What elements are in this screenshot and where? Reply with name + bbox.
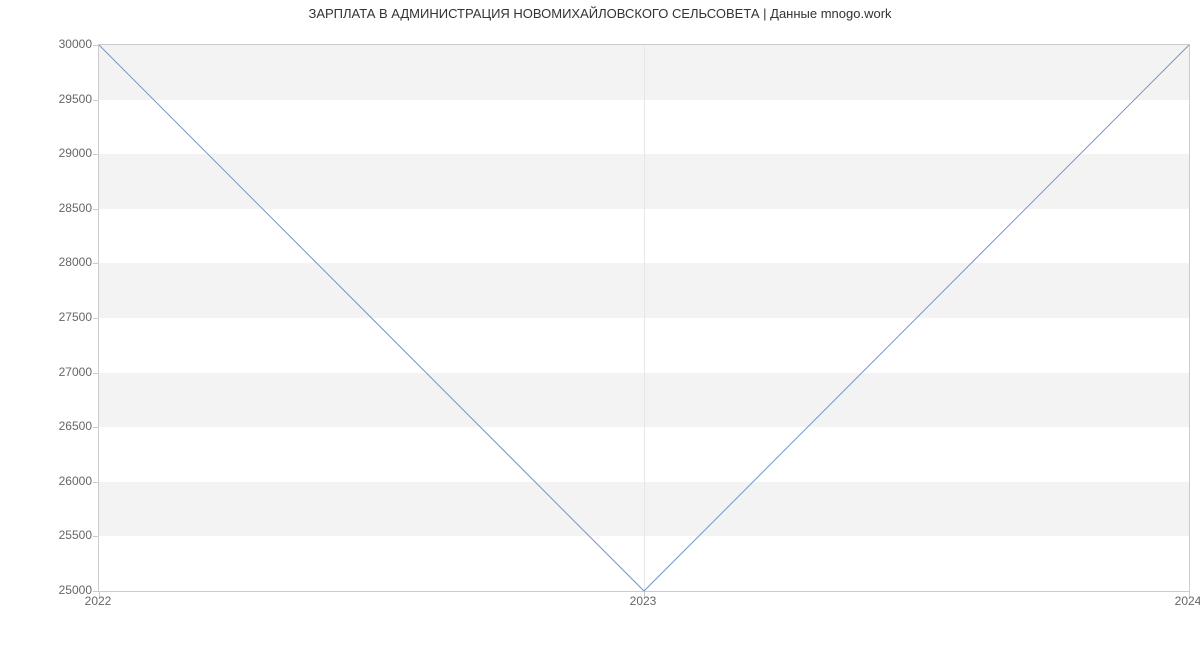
y-axis-tick-label: 27500	[59, 310, 92, 324]
y-axis-tick-label: 27000	[59, 365, 92, 379]
y-axis-tick-label: 28500	[59, 201, 92, 215]
y-axis-tick-label: 28000	[59, 255, 92, 269]
x-axis-tick-label: 2022	[85, 594, 112, 608]
y-axis-tick-label: 30000	[59, 37, 92, 51]
chart-title: ЗАРПЛАТА В АДМИНИСТРАЦИЯ НОВОМИХАЙЛОВСКО…	[0, 6, 1200, 21]
y-axis-tick-label: 26000	[59, 474, 92, 488]
y-axis-tick-label: 29500	[59, 92, 92, 106]
y-axis-tick-label: 26500	[59, 419, 92, 433]
x-axis-tick-label: 2024	[1175, 594, 1200, 608]
line-series	[99, 45, 1189, 591]
plot-area	[98, 44, 1190, 592]
y-axis-tick-label: 25500	[59, 528, 92, 542]
chart-container: ЗАРПЛАТА В АДМИНИСТРАЦИЯ НОВОМИХАЙЛОВСКО…	[0, 0, 1200, 650]
x-axis-tick-label: 2023	[630, 594, 657, 608]
y-axis-tick-label: 29000	[59, 146, 92, 160]
